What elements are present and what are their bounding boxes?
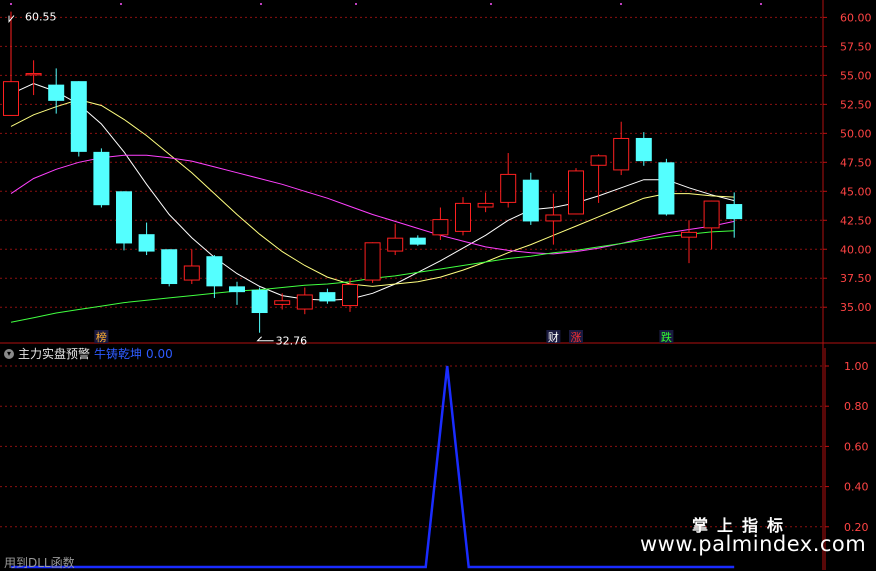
top-marker-dot — [490, 3, 492, 5]
signal-marker: 涨 — [571, 331, 582, 344]
candle-body[interactable] — [296, 294, 313, 310]
indicator-line-name: 牛铸乾坤 — [94, 347, 143, 361]
candle-body[interactable] — [161, 249, 178, 285]
price-tick-label: 57.50 — [840, 40, 872, 53]
min-arrow-icon — [256, 336, 274, 342]
top-marker-dot — [120, 3, 122, 5]
signal-marker: 跌 — [661, 330, 672, 344]
price-tick-label: 37.50 — [840, 272, 872, 285]
candle-body[interactable] — [274, 300, 291, 305]
candle-body[interactable] — [251, 289, 268, 314]
candle-body[interactable] — [342, 284, 358, 307]
candle-body[interactable] — [409, 237, 426, 245]
price-tick-label: 60.00 — [840, 11, 872, 24]
signal-marker: 财 — [548, 330, 559, 344]
candle-body[interactable] — [590, 155, 607, 166]
signal-marker: 榜 — [96, 330, 107, 344]
candle-body[interactable] — [613, 137, 630, 171]
price-tick-label: 52.50 — [840, 98, 872, 111]
min-price-label: 32.76 — [276, 335, 308, 348]
candle-body[interactable] — [681, 231, 697, 238]
indicator-header: ▾ 主力实盘预警 牛铸乾坤 0.00 — [4, 345, 173, 362]
candle-body[interactable] — [364, 242, 381, 281]
stock-chart[interactable]: 60.00 57.50 55.00 52.50 50.00 47.50 45.00 42.50… — [0, 0, 876, 570]
indicator-tick-label: 0.60 — [844, 440, 869, 453]
chevron-down-icon[interactable]: ▾ — [4, 348, 14, 359]
price-tick-label: 40.00 — [840, 243, 872, 256]
indicator-tick-label: 0.40 — [844, 481, 869, 494]
indicator-name: 主力实盘预警 — [18, 347, 91, 361]
top-marker-dot — [260, 3, 262, 5]
top-marker-dot — [760, 3, 762, 5]
footer-note: 用到DLL函数 — [4, 556, 75, 570]
top-marker-dot — [10, 3, 12, 5]
candle-body[interactable] — [635, 137, 652, 162]
candle-body[interactable] — [545, 214, 562, 222]
price-tick-label: 35.00 — [840, 301, 872, 314]
candle-body[interactable] — [387, 237, 404, 252]
candle-body[interactable] — [183, 265, 200, 281]
candle-body[interactable] — [568, 170, 584, 215]
indicator-line — [11, 365, 735, 569]
candle-body[interactable] — [93, 151, 110, 206]
candle-body[interactable] — [3, 81, 19, 116]
indicator-value: 0.00 — [146, 346, 173, 361]
price-tick-label: 50.00 — [840, 127, 872, 140]
candle-body[interactable] — [432, 219, 449, 236]
candle-body[interactable] — [703, 200, 720, 229]
candle-body[interactable] — [25, 73, 42, 76]
indicator-tick-label: 0.80 — [844, 400, 869, 413]
candle-body[interactable] — [726, 204, 743, 220]
candle-body[interactable] — [522, 179, 539, 222]
watermark-url: www.palmindex.com — [640, 532, 867, 556]
candle-body[interactable] — [477, 202, 494, 208]
candle-body[interactable] — [319, 292, 336, 302]
indicator-tick-label: 1.00 — [844, 360, 869, 373]
candle-body[interactable] — [48, 84, 65, 101]
top-marker-dot — [355, 3, 357, 5]
candle-body[interactable] — [138, 234, 155, 252]
max-price-label: 60.55 — [25, 11, 57, 24]
top-marker-dot — [620, 3, 622, 5]
price-tick-label: 42.50 — [840, 214, 872, 227]
candle-body[interactable] — [229, 286, 245, 293]
price-tick-label: 47.50 — [840, 156, 872, 169]
candle-body[interactable] — [116, 191, 132, 244]
price-tick-label: 55.00 — [840, 69, 872, 82]
candle-body[interactable] — [70, 81, 87, 152]
candle-body[interactable] — [455, 202, 471, 232]
price-tick-label: 45.00 — [840, 185, 872, 198]
candle-body[interactable] — [500, 173, 517, 203]
candle-body[interactable] — [658, 162, 675, 215]
candle-body[interactable] — [206, 256, 223, 287]
